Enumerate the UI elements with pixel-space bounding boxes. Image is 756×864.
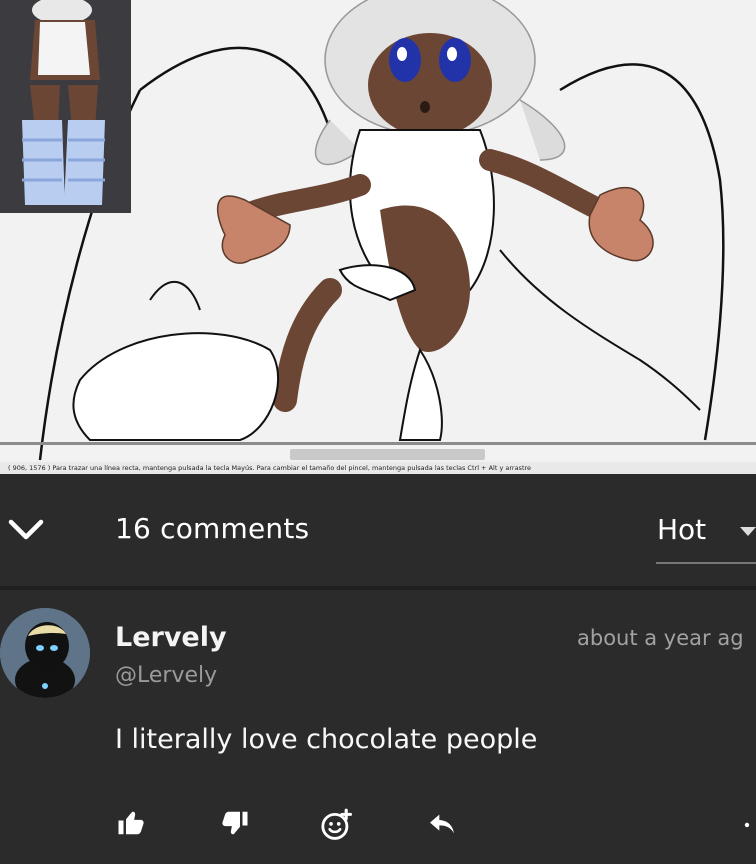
canvas-scrollbar-track: [0, 442, 756, 445]
sort-label: Hot: [657, 513, 707, 546]
more-options-button[interactable]: [738, 812, 756, 838]
artwork-image: ( 906, 1576 ) Para trazar una línea rect…: [0, 0, 756, 474]
canvas-scrollbar-thumb[interactable]: [290, 449, 485, 460]
like-button[interactable]: [116, 808, 150, 842]
reply-button[interactable]: [426, 808, 460, 842]
collapse-button[interactable]: [6, 512, 46, 548]
add-reaction-icon: [321, 808, 353, 840]
reference-thumbnail: [0, 0, 131, 213]
comment-handle: @Lervely: [115, 663, 218, 688]
more-icon: [744, 822, 750, 828]
comment-count: 16 comments: [115, 512, 310, 545]
chevron-down-icon: [8, 519, 44, 540]
comment-text: I literally love chocolate people: [115, 724, 538, 755]
comment-author[interactable]: Lervely: [115, 622, 227, 653]
comments-header: [0, 474, 756, 586]
reply-icon: [430, 814, 454, 834]
thumbs-down-icon: [222, 811, 248, 835]
sort-dropdown[interactable]: Hot: [656, 510, 756, 564]
avatar[interactable]: [0, 608, 90, 698]
caret-down-icon: [740, 527, 756, 536]
add-reaction-button[interactable]: [320, 808, 354, 842]
dislike-button[interactable]: [220, 808, 254, 842]
comment-timestamp: about a year ag: [577, 626, 744, 650]
thumbs-up-icon: [118, 811, 144, 835]
status-bar: ( 906, 1576 ) Para trazar una línea rect…: [0, 462, 756, 474]
